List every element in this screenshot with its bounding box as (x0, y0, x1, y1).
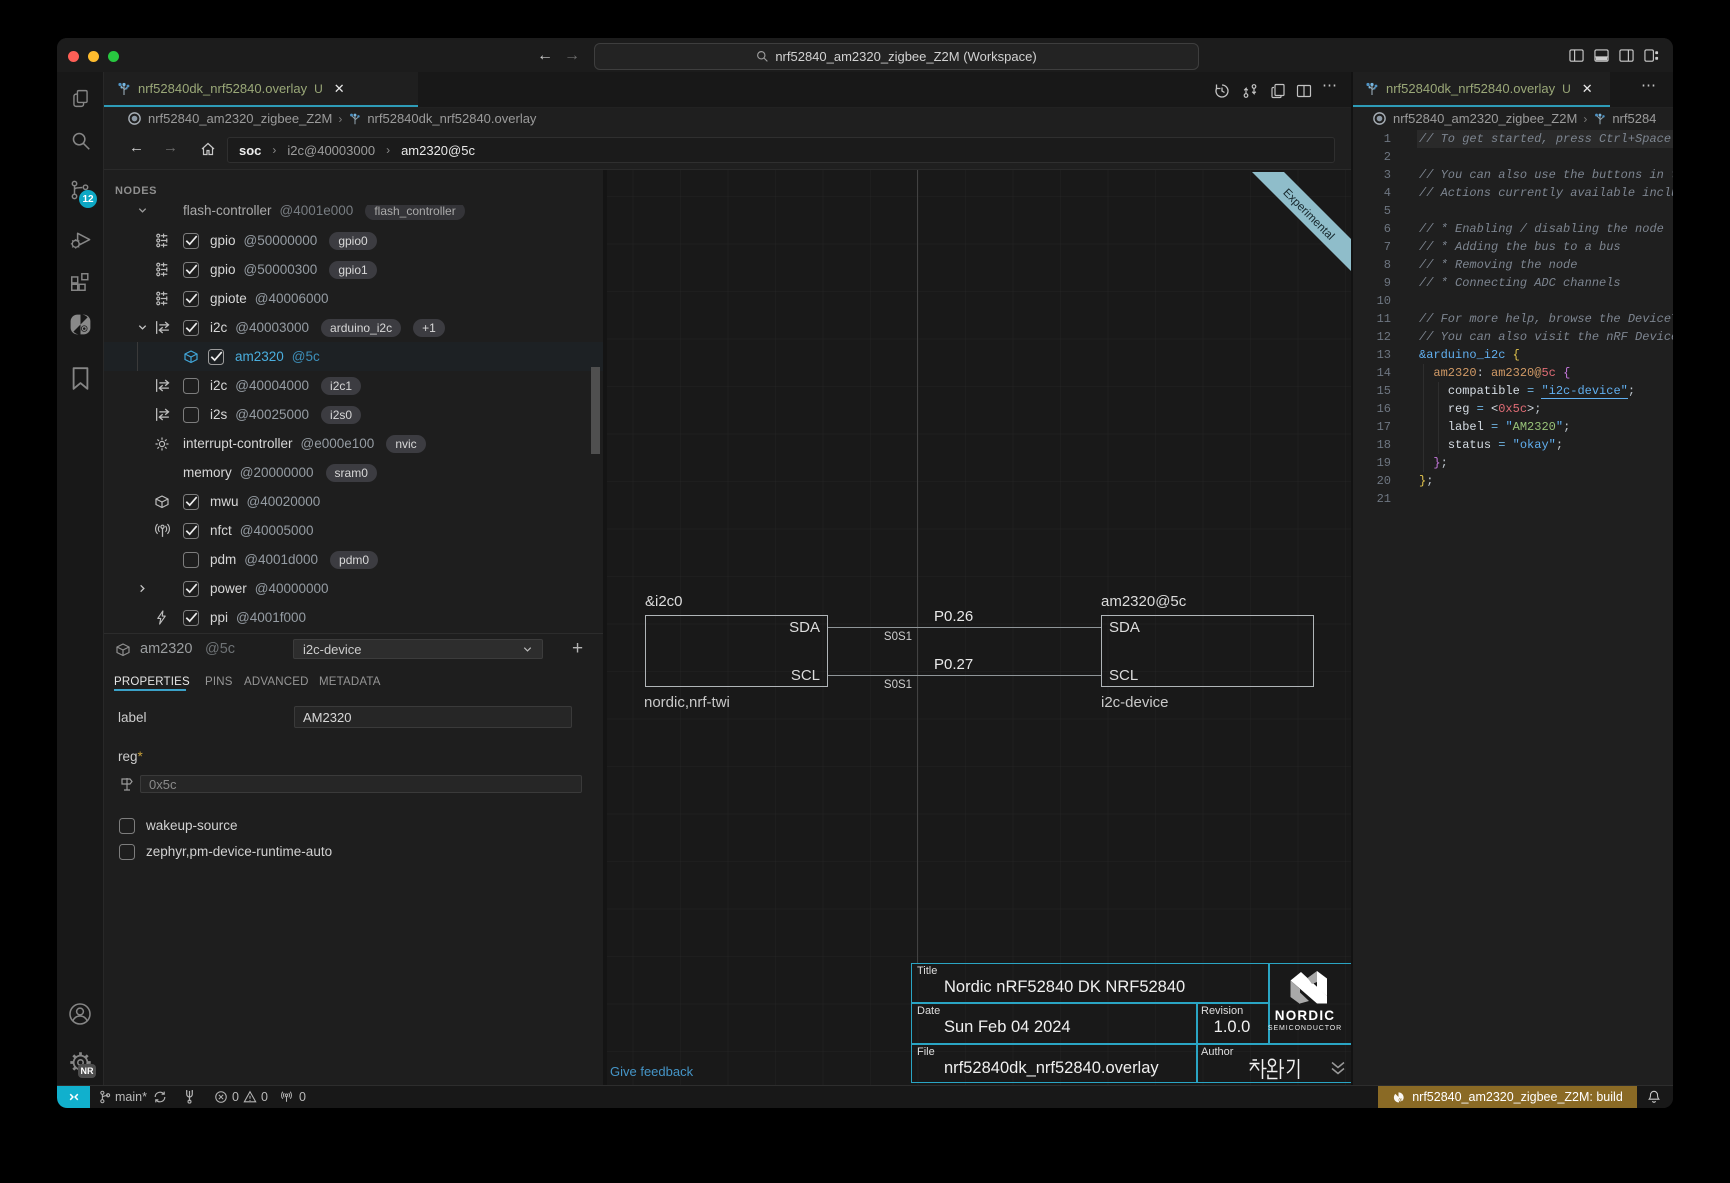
svg-text:Experimental: Experimental (1280, 187, 1336, 243)
